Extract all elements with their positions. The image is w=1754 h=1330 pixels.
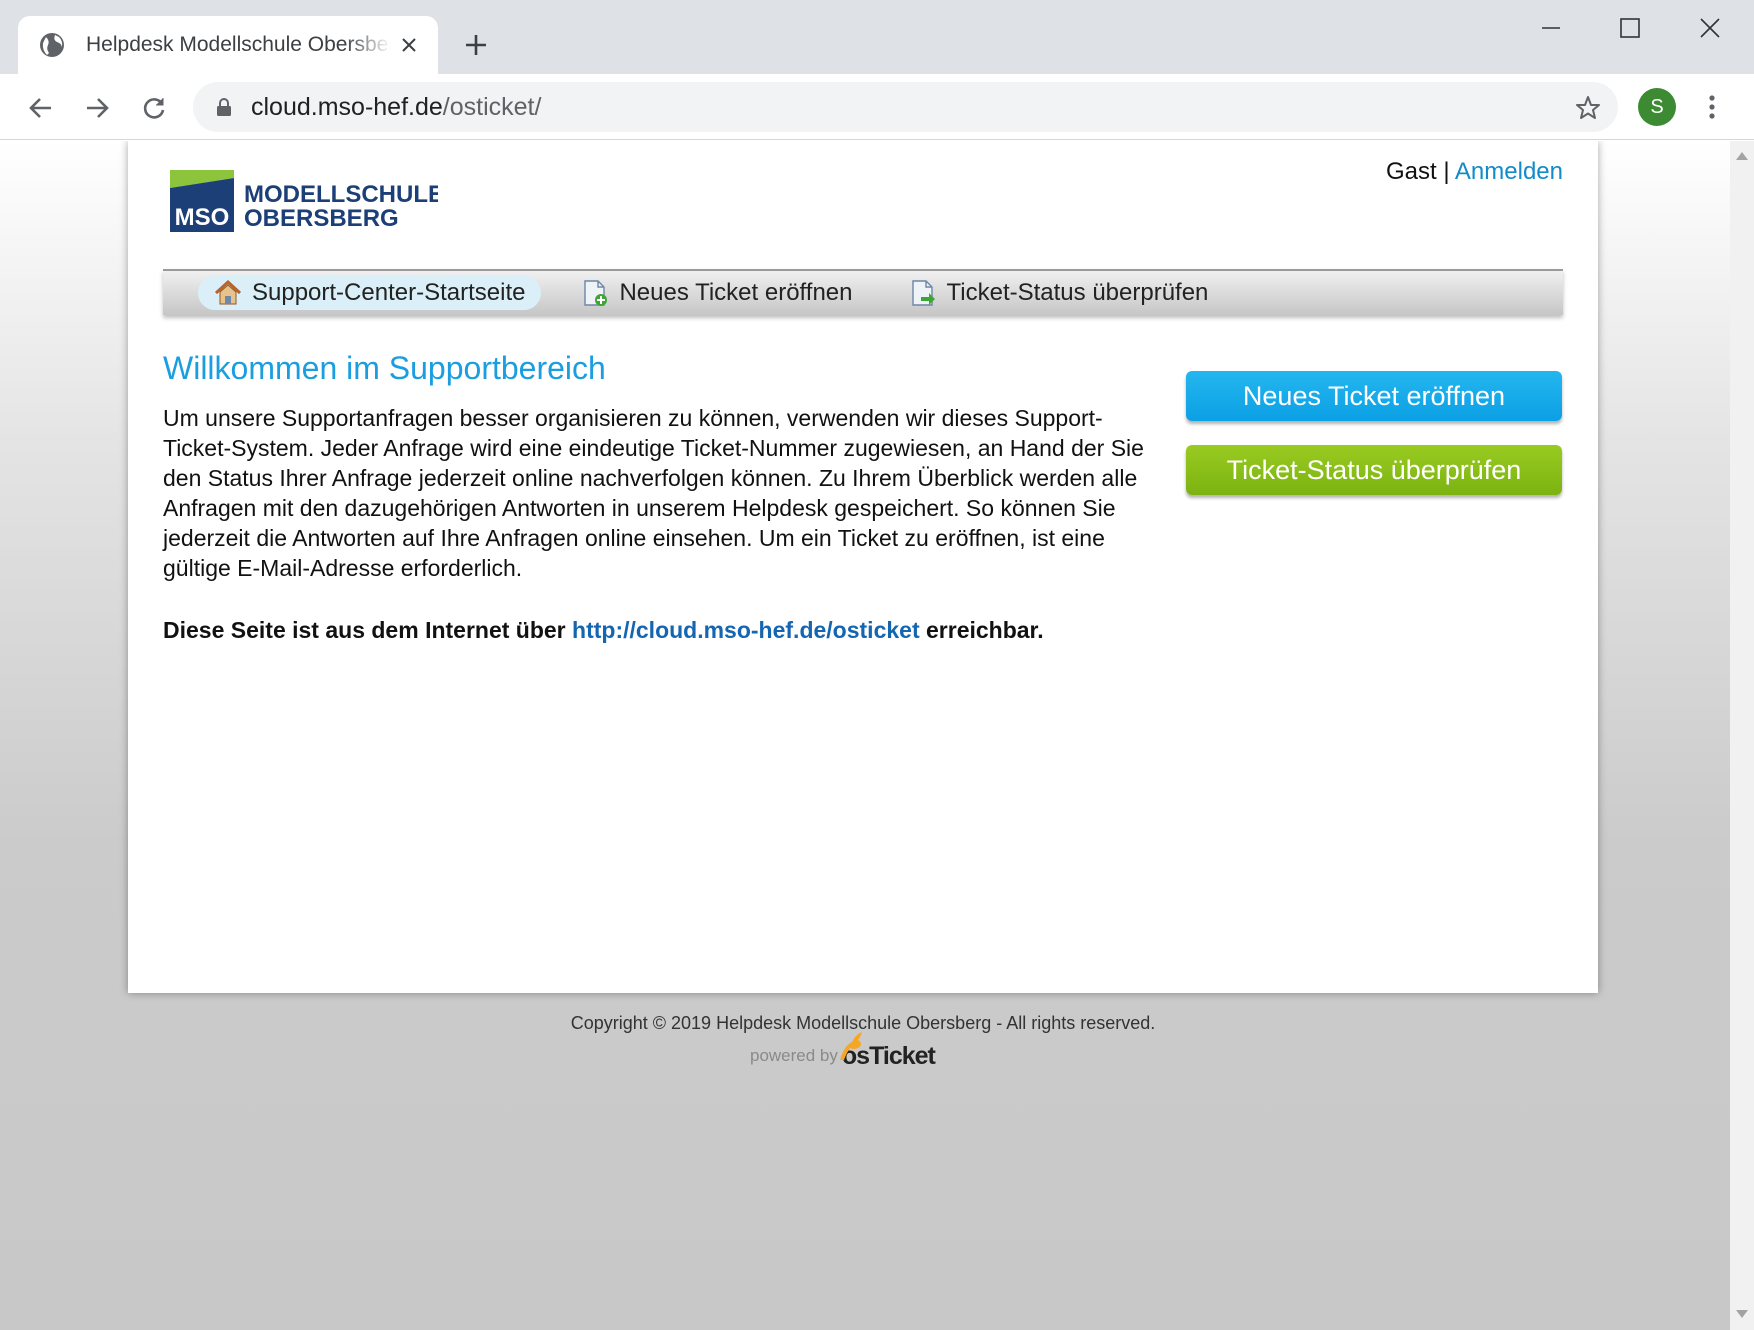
minimize-icon[interactable] [1521, 10, 1581, 46]
nav-new-ticket[interactable]: Neues Ticket eröffnen [565, 276, 868, 310]
maximize-icon[interactable] [1600, 10, 1660, 46]
school-logo[interactable]: MSO MODELLSCHULE OBERSBERG [168, 168, 444, 233]
back-icon[interactable] [21, 88, 61, 128]
osticket-link[interactable]: http://cloud.mso-hef.de/osticket [572, 617, 920, 643]
new-ticket-icon [581, 279, 609, 307]
powered-by-osticket[interactable]: powered by osTicket [750, 1031, 950, 1078]
nav-home-label: Support-Center-Startseite [252, 279, 526, 306]
globe-icon [38, 31, 66, 59]
scroll-down-icon[interactable] [1736, 1309, 1748, 1321]
more-menu-icon[interactable] [1694, 86, 1730, 128]
url-host: cloud.mso-hef.de [251, 92, 443, 121]
guest-label: Gast [1385, 158, 1437, 185]
nav-home[interactable]: Support-Center-Startseite [198, 276, 542, 310]
window-close-icon[interactable] [1680, 10, 1740, 46]
reload-icon[interactable] [134, 88, 174, 128]
tab-title: Helpdesk Modellschule Obersberg [86, 33, 391, 56]
logo-badge-text: MSO [175, 204, 230, 231]
user-separator: | [1443, 158, 1450, 185]
page-title: Willkommen im Supportbereich [163, 350, 606, 386]
login-link[interactable]: Anmelden [1455, 158, 1563, 185]
new-ticket-button[interactable]: Neues Ticket eröffnen [1186, 371, 1562, 421]
tab-strip: Helpdesk Modellschule Obersberg [0, 0, 1754, 74]
reach-text: Diese Seite ist aus dem Internet über ht… [163, 617, 1044, 644]
osticket-logo: osTicket [839, 1031, 936, 1071]
powered-by-text: powered by [750, 1046, 838, 1065]
url-text[interactable]: cloud.mso-hef.de/osticket/ [251, 93, 541, 122]
new-tab-icon[interactable] [459, 28, 493, 62]
nav-ticket-status-label: Ticket-Status überprüfen [946, 279, 1209, 306]
address-bar[interactable]: cloud.mso-hef.de/osticket/ [193, 82, 1618, 132]
vertical-scrollbar[interactable] [1730, 141, 1754, 1330]
user-info: Gast | Anmelden [1386, 158, 1563, 186]
browser-tab[interactable]: Helpdesk Modellschule Obersberg [18, 16, 438, 74]
nav-ticket-status[interactable]: Ticket-Status überprüfen [893, 276, 1225, 310]
nav-new-ticket-label: Neues Ticket eröffnen [619, 279, 853, 306]
page-container: MSO MODELLSCHULE OBERSBERG Gast | Anmeld… [128, 141, 1598, 993]
scroll-up-icon[interactable] [1736, 149, 1748, 161]
profile-avatar[interactable]: S [1638, 88, 1676, 126]
intro-text: Um unsere Supportanfragen besser organis… [163, 405, 1144, 581]
reach-suffix: erreichbar. [926, 617, 1044, 643]
check-status-button[interactable]: Ticket-Status überprüfen [1186, 445, 1562, 495]
browser-toolbar: cloud.mso-hef.de/osticket/ S [0, 74, 1754, 140]
bookmark-star-icon[interactable] [1572, 92, 1604, 124]
lock-icon[interactable] [213, 96, 235, 118]
page-viewport: MSO MODELLSCHULE OBERSBERG Gast | Anmeld… [0, 141, 1754, 1330]
logo-line2-text: OBERSBERG [244, 205, 399, 232]
url-path: /osticket/ [442, 92, 542, 121]
kangaroo-icon [839, 1031, 862, 1060]
reach-prefix: Diese Seite ist aus dem Internet über [163, 617, 566, 643]
logo-line1-text: MODELLSCHULE [244, 181, 438, 208]
tab-close-icon[interactable] [396, 32, 422, 58]
main-nav: Support-Center-Startseite Neues Ticket e… [163, 269, 1563, 315]
ticket-status-icon [909, 279, 937, 307]
home-icon [214, 279, 242, 307]
forward-icon[interactable] [77, 88, 117, 128]
